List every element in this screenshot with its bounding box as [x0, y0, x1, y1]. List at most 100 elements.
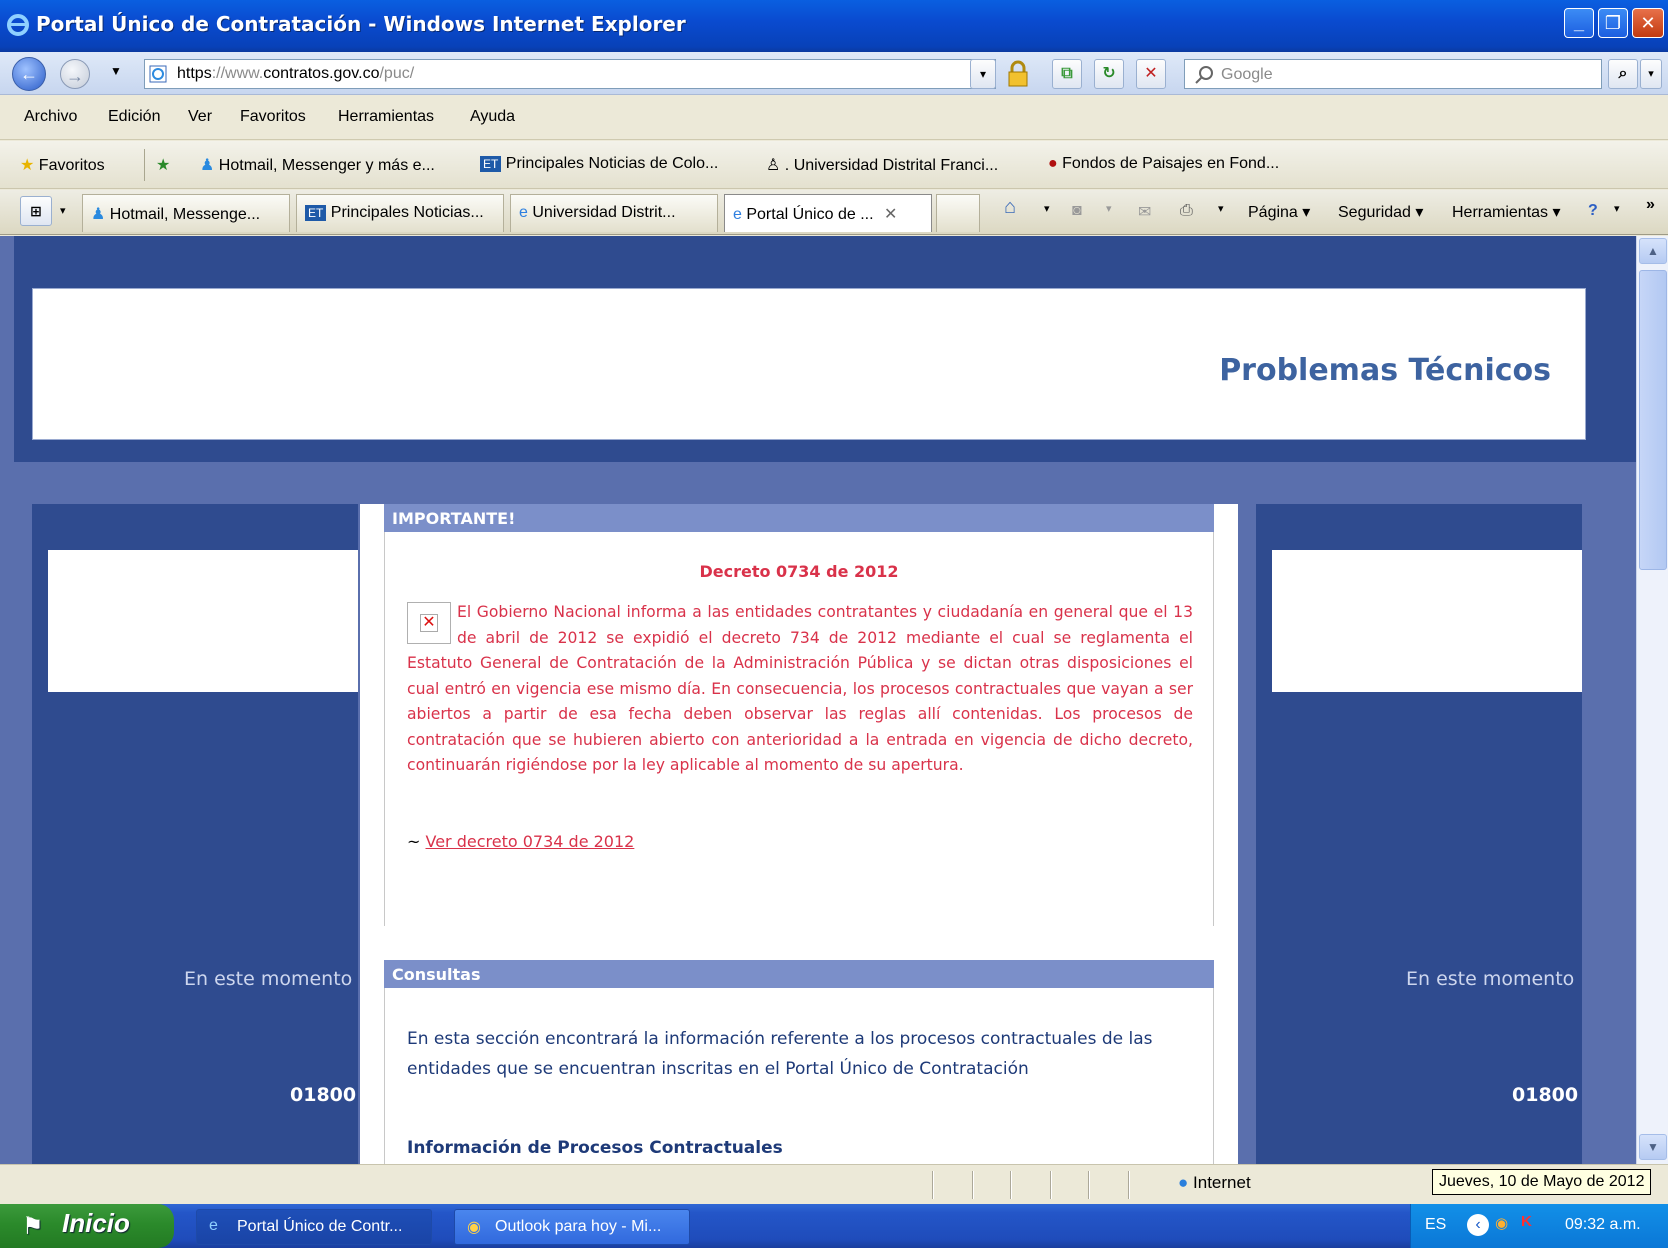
vertical-scrollbar[interactable]: ▲ ▼: [1636, 236, 1668, 1164]
search-placeholder: Google: [1221, 66, 1273, 83]
feeds-dropdown-icon[interactable]: ▾: [1106, 202, 1112, 215]
address-dropdown-button[interactable]: ▾: [970, 59, 996, 89]
messenger-icon: ♟: [91, 206, 106, 223]
ver-decreto-link-row: ~ Ver decreto 0734 de 2012: [407, 832, 634, 851]
window-title-bar[interactable]: Portal Único de Contratación - Windows I…: [0, 0, 1668, 52]
red-ball-icon: ●: [1048, 155, 1058, 172]
messenger-icon: ♟: [200, 157, 215, 174]
consultas-heading: Consultas: [384, 960, 1214, 988]
add-favorites-icon[interactable]: ★: [156, 155, 170, 175]
star-icon: ★: [20, 157, 35, 174]
image-float-spacer: [407, 600, 457, 650]
back-button[interactable]: ←: [12, 57, 46, 91]
taskbar-item-outlook[interactable]: ◉ Outlook para hoy - Mi...: [454, 1209, 690, 1245]
scroll-down-button[interactable]: ▼: [1639, 1134, 1667, 1160]
search-icon: [1195, 66, 1213, 84]
status-divider: [1088, 1171, 1090, 1199]
restore-button[interactable]: ❐: [1598, 8, 1628, 38]
search-input[interactable]: Google: [1184, 59, 1602, 89]
window-title: Portal Único de Contratación - Windows I…: [36, 12, 686, 36]
clock[interactable]: 09:32 a.m.: [1565, 1216, 1641, 1234]
lock-icon[interactable]: [1004, 60, 1032, 88]
url-text: https://www.contratos.gov.co/puc/: [177, 65, 415, 82]
show-hidden-icons-icon[interactable]: ‹: [1467, 1214, 1489, 1236]
search-go-button[interactable]: ⌕: [1608, 59, 1638, 89]
tools-menu[interactable]: Herramientas ▾: [1452, 202, 1561, 222]
refresh-icon[interactable]: ↻: [1094, 59, 1124, 89]
left-column-text: En este momento 01800: [32, 504, 358, 1164]
outlook-icon: ◉: [467, 1219, 481, 1236]
decreto-body: El Gobierno Nacional informa a las entid…: [407, 600, 1193, 779]
print-icon[interactable]: ⎙: [1180, 202, 1193, 220]
fav-link-hotmail[interactable]: ♟ Hotmail, Messenger y más e...: [200, 155, 435, 175]
right-column-text: En este momento 01800: [1256, 504, 1582, 1164]
menu-herramientas[interactable]: Herramientas: [338, 108, 434, 126]
forward-button[interactable]: →: [60, 59, 90, 89]
minimize-button[interactable]: _: [1564, 8, 1594, 38]
right-side-text: En este momento: [1406, 968, 1575, 990]
antivirus-icon[interactable]: K: [1521, 1213, 1532, 1230]
menu-ver[interactable]: Ver: [188, 108, 212, 126]
scroll-up-button[interactable]: ▲: [1639, 238, 1667, 264]
separator: [144, 149, 145, 181]
left-side-phone: 01800: [290, 1084, 357, 1106]
more-commands-button[interactable]: »: [1646, 196, 1655, 214]
scroll-thumb[interactable]: [1639, 270, 1667, 570]
language-indicator[interactable]: ES: [1425, 1216, 1446, 1234]
ie-page-icon: e: [519, 204, 528, 221]
outlook-tray-icon[interactable]: ◉: [1495, 1214, 1508, 1232]
close-tab-icon[interactable]: ✕: [884, 206, 897, 223]
menu-bar: Archivo Edición Ver Favoritos Herramient…: [0, 96, 1668, 140]
windows-logo-icon: ⚑: [22, 1213, 44, 1240]
page-menu[interactable]: Página ▾: [1248, 202, 1310, 222]
help-icon[interactable]: ?: [1588, 202, 1598, 220]
menu-ayuda[interactable]: Ayuda: [470, 108, 515, 126]
fav-link-fondos[interactable]: ● Fondos de Paisajes en Fond...: [1048, 155, 1279, 173]
help-dropdown-icon[interactable]: ▾: [1614, 202, 1620, 215]
taskbar-item-portal[interactable]: e Portal Único de Contr...: [196, 1209, 432, 1245]
status-divider: [1128, 1171, 1130, 1199]
security-zone[interactable]: ● Internet: [1178, 1173, 1251, 1193]
tab-list-dropdown-icon[interactable]: ▾: [60, 204, 66, 217]
menu-edicion[interactable]: Edición: [108, 108, 160, 126]
tab-noticias[interactable]: ET Principales Noticias...: [296, 194, 504, 232]
feeds-icon[interactable]: ◙: [1072, 202, 1082, 220]
consultas-text: En esta sección encontrará la informació…: [407, 1029, 1153, 1079]
fav-link-universidad[interactable]: ♙ . Universidad Distrital Franci...: [766, 155, 998, 175]
print-dropdown-icon[interactable]: ▾: [1218, 202, 1224, 215]
system-tray: ES ‹ ◉ K 09:32 a.m.: [1410, 1204, 1668, 1248]
right-side-phone: 01800: [1512, 1084, 1579, 1106]
compatibility-view-icon[interactable]: ⧉: [1052, 59, 1082, 89]
quick-tabs-icon[interactable]: ⊞: [20, 196, 52, 226]
home-icon[interactable]: ⌂: [1004, 196, 1016, 219]
start-button[interactable]: ⚑ Inicio: [0, 1204, 174, 1248]
fav-link-noticias[interactable]: ET Principales Noticias de Colo...: [480, 155, 718, 173]
status-divider: [932, 1171, 934, 1199]
consultas-panel: En esta sección encontrará la informació…: [384, 988, 1214, 1164]
status-divider: [1010, 1171, 1012, 1199]
page-viewport: Problemas Técnicos En este momento 01800…: [0, 236, 1636, 1164]
favorites-button[interactable]: ★ Favoritos: [20, 155, 105, 175]
close-window-button[interactable]: ✕: [1632, 8, 1664, 38]
tab-hotmail[interactable]: ♟ Hotmail, Messenge...: [82, 194, 290, 232]
ie-logo-icon: [7, 14, 29, 36]
et-icon: ET: [305, 205, 327, 221]
status-divider: [972, 1171, 974, 1199]
info-procesos-heading[interactable]: Información de Procesos Contractuales: [407, 1138, 1193, 1164]
search-options-dropdown[interactable]: ▾: [1640, 59, 1662, 89]
home-dropdown-icon[interactable]: ▾: [1044, 202, 1050, 215]
new-tab-button[interactable]: [936, 194, 980, 232]
tab-bar: ⊞ ▾ ♟ Hotmail, Messenge... ET Principale…: [0, 190, 1668, 235]
tab-universidad[interactable]: e Universidad Distrit...: [510, 194, 718, 232]
address-input[interactable]: https://www.contratos.gov.co/puc/: [144, 59, 996, 89]
security-menu[interactable]: Seguridad ▾: [1338, 202, 1423, 222]
tab-portal-unico[interactable]: e Portal Único de ... ✕: [724, 194, 932, 232]
status-divider: [1050, 1171, 1052, 1199]
menu-favoritos[interactable]: Favoritos: [240, 108, 306, 126]
taskbar: ⚑ Inicio e Portal Único de Contr... ◉ Outl…: [0, 1204, 1668, 1248]
menu-archivo[interactable]: Archivo: [24, 108, 77, 126]
read-mail-icon[interactable]: ✉: [1138, 202, 1151, 222]
stop-icon[interactable]: ✕: [1136, 59, 1166, 89]
ver-decreto-link[interactable]: Ver decreto 0734 de 2012: [426, 832, 635, 851]
recent-pages-dropdown-icon[interactable]: ▼: [110, 64, 122, 78]
